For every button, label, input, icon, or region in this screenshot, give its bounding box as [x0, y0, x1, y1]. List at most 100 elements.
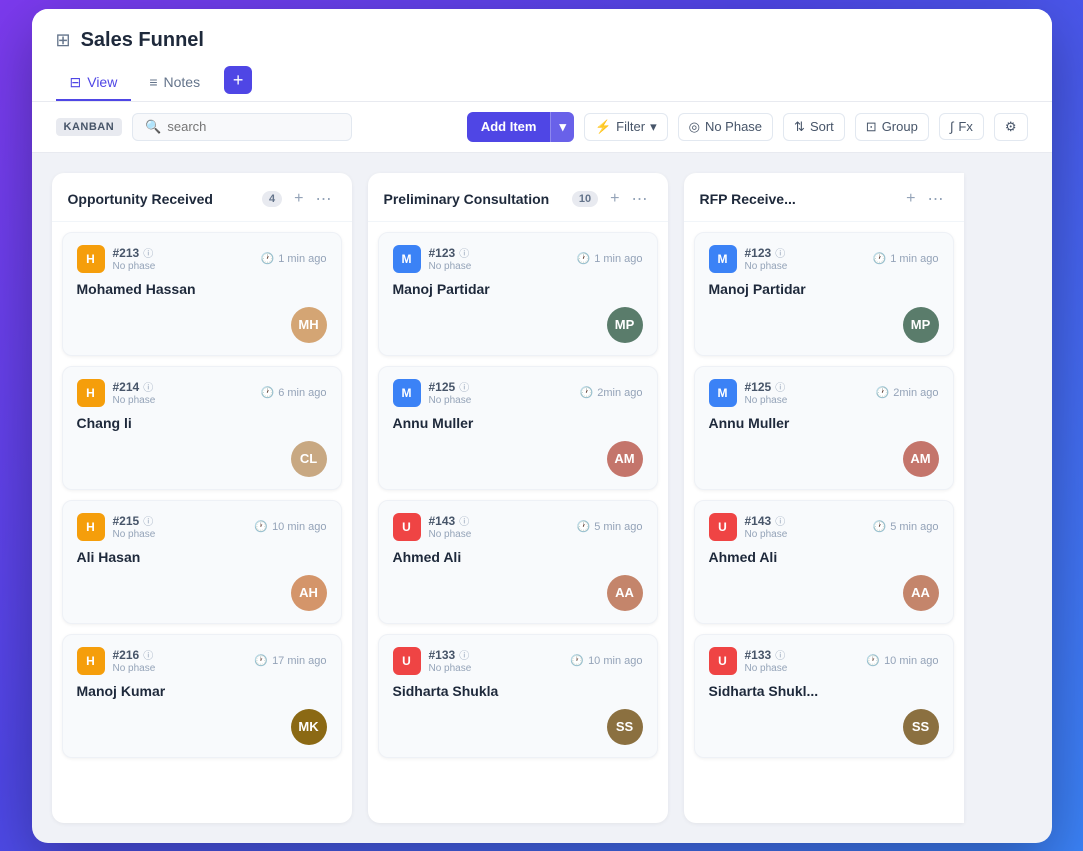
add-item-button[interactable]: Add Item ▾ — [467, 112, 574, 142]
avatar: H — [77, 513, 105, 541]
table-row[interactable]: M #125 ⓘ No phase 🕐 2min ago — [378, 366, 658, 490]
phase-icon: ◎ — [689, 119, 700, 135]
card-name: Manoj Partidar — [709, 281, 939, 297]
tab-notes[interactable]: ≡ Notes — [135, 66, 214, 100]
card-meta: #216 ⓘ No phase — [113, 647, 156, 674]
card-top: H #215 ⓘ No phase 🕐 10 min ag — [77, 513, 327, 541]
card-id: #133 — [429, 648, 456, 662]
card-top: H #214 ⓘ No phase 🕐 6 min ago — [77, 379, 327, 407]
group-button[interactable]: ⊡ Group — [855, 113, 929, 141]
card-id: #216 — [113, 648, 140, 662]
group-icon: ⊡ — [866, 119, 877, 135]
column-title-preliminary: Preliminary Consultation — [384, 191, 564, 207]
person-avatar: AA — [607, 575, 643, 611]
more-options-button-preliminary[interactable]: ⋯ — [628, 187, 652, 211]
person-avatar: MP — [607, 307, 643, 343]
info-icon: ⓘ — [143, 513, 153, 528]
card-id: #214 — [113, 380, 140, 394]
table-row[interactable]: H #213 ⓘ No phase 🕐 1 min ago — [62, 232, 342, 356]
info-icon: ⓘ — [459, 647, 469, 662]
notes-icon: ≡ — [149, 74, 157, 90]
table-row[interactable]: M #123 ⓘ No phase 🕐 1 min ago — [378, 232, 658, 356]
clock-icon: 🕐 — [570, 654, 584, 667]
card-bottom: SS — [393, 709, 643, 745]
filter-button[interactable]: ⚡ Filter ▾ — [584, 113, 668, 141]
card-bottom: MP — [393, 307, 643, 343]
table-row[interactable]: U #143 ⓘ No phase 🕐 5 min ago — [694, 500, 954, 624]
table-row[interactable]: U #143 ⓘ No phase 🕐 5 min ago — [378, 500, 658, 624]
board: Opportunity Received 4 + ⋯ H #213 — [32, 153, 1052, 843]
card-left: U #143 ⓘ No phase — [393, 513, 472, 541]
col-header-actions-rfp: + ⋯ — [902, 187, 947, 211]
add-card-button-rfp[interactable]: + — [902, 188, 919, 210]
avatar: U — [393, 513, 421, 541]
card-name: Sidharta Shukla — [393, 683, 643, 699]
more-options-button-rfp[interactable]: ⋯ — [924, 187, 948, 211]
person-avatar: CL — [291, 441, 327, 477]
table-row[interactable]: U #133 ⓘ No phase 🕐 10 min ag — [694, 634, 954, 758]
col-header-actions-preliminary: + ⋯ — [606, 187, 651, 211]
table-row[interactable]: H #214 ⓘ No phase 🕐 6 min ago — [62, 366, 342, 490]
more-button[interactable]: ⚙ — [994, 113, 1028, 141]
card-meta: #133 ⓘ No phase — [745, 647, 788, 674]
card-id: #133 — [745, 648, 772, 662]
card-name: Ahmed Ali — [709, 549, 939, 565]
search-icon: 🔍 — [145, 119, 161, 135]
search-box[interactable]: 🔍 — [132, 113, 352, 141]
no-phase-button[interactable]: ◎ No Phase — [678, 113, 773, 141]
table-row[interactable]: M #123 ⓘ No phase 🕐 1 min ago — [694, 232, 954, 356]
card-phase: No phase — [745, 395, 788, 406]
card-id: #125 — [429, 380, 456, 394]
card-phase: No phase — [429, 395, 472, 406]
card-bottom: MK — [77, 709, 327, 745]
person-avatar: AM — [903, 441, 939, 477]
table-row[interactable]: H #215 ⓘ No phase 🕐 10 min ag — [62, 500, 342, 624]
table-row[interactable]: H #216 ⓘ No phase 🕐 17 min ag — [62, 634, 342, 758]
card-left: M #123 ⓘ No phase — [393, 245, 472, 273]
cards-list-opportunity: H #213 ⓘ No phase 🕐 1 min ago — [52, 222, 352, 823]
card-phase: No phase — [113, 395, 156, 406]
more-options-button-opportunity[interactable]: ⋯ — [312, 187, 336, 211]
card-phase: No phase — [429, 529, 472, 540]
avatar: M — [393, 245, 421, 273]
card-top: H #216 ⓘ No phase 🕐 17 min ag — [77, 647, 327, 675]
card-top: M #125 ⓘ No phase 🕐 2min ago — [709, 379, 939, 407]
chevron-down-icon[interactable]: ▾ — [550, 112, 574, 142]
search-input[interactable] — [167, 119, 339, 134]
add-card-button-opportunity[interactable]: + — [290, 188, 307, 210]
card-phase: No phase — [113, 529, 156, 540]
card-bottom: AA — [393, 575, 643, 611]
info-icon: ⓘ — [775, 379, 785, 394]
card-name: Mohamed Hassan — [77, 281, 327, 297]
card-top: U #133 ⓘ No phase 🕐 10 min ag — [393, 647, 643, 675]
sort-button[interactable]: ⇅ Sort — [783, 113, 845, 141]
table-row[interactable]: U #133 ⓘ No phase 🕐 10 min ag — [378, 634, 658, 758]
table-row[interactable]: M #125 ⓘ No phase 🕐 2min ago — [694, 366, 954, 490]
fx-button[interactable]: ∫ Fx — [939, 113, 984, 140]
column-count-preliminary: 10 — [572, 191, 598, 207]
info-icon: ⓘ — [775, 647, 785, 662]
clock-icon: 🕐 — [872, 252, 886, 265]
card-time: 🕐 6 min ago — [260, 386, 326, 399]
avatar: U — [709, 647, 737, 675]
header: ⊞ Sales Funnel ⊟ View ≡ Notes + — [32, 9, 1052, 102]
info-icon: ⓘ — [459, 513, 469, 528]
card-name: Annu Muller — [393, 415, 643, 431]
header-tabs: ⊟ View ≡ Notes + — [56, 66, 1028, 101]
avatar: M — [709, 379, 737, 407]
add-tab-button[interactable]: + — [224, 66, 252, 94]
card-id: #143 — [429, 514, 456, 528]
cards-list-rfp: M #123 ⓘ No phase 🕐 1 min ago — [684, 222, 964, 823]
clock-icon: 🕐 — [260, 386, 274, 399]
card-time: 🕐 10 min ago — [254, 520, 326, 533]
add-item-label: Add Item — [467, 112, 551, 141]
toolbar: KANBAN 🔍 Add Item ▾ ⚡ Filter ▾ ◎ No Phas… — [32, 102, 1052, 153]
card-left: H #213 ⓘ No phase — [77, 245, 156, 273]
add-card-button-preliminary[interactable]: + — [606, 188, 623, 210]
column-opportunity-received: Opportunity Received 4 + ⋯ H #213 — [52, 173, 352, 823]
card-name: Manoj Partidar — [393, 281, 643, 297]
sort-icon: ⇅ — [794, 119, 805, 135]
column-header-rfp: RFP Receive... + ⋯ — [684, 173, 964, 222]
tab-view[interactable]: ⊟ View — [56, 66, 132, 101]
card-meta: #133 ⓘ No phase — [429, 647, 472, 674]
